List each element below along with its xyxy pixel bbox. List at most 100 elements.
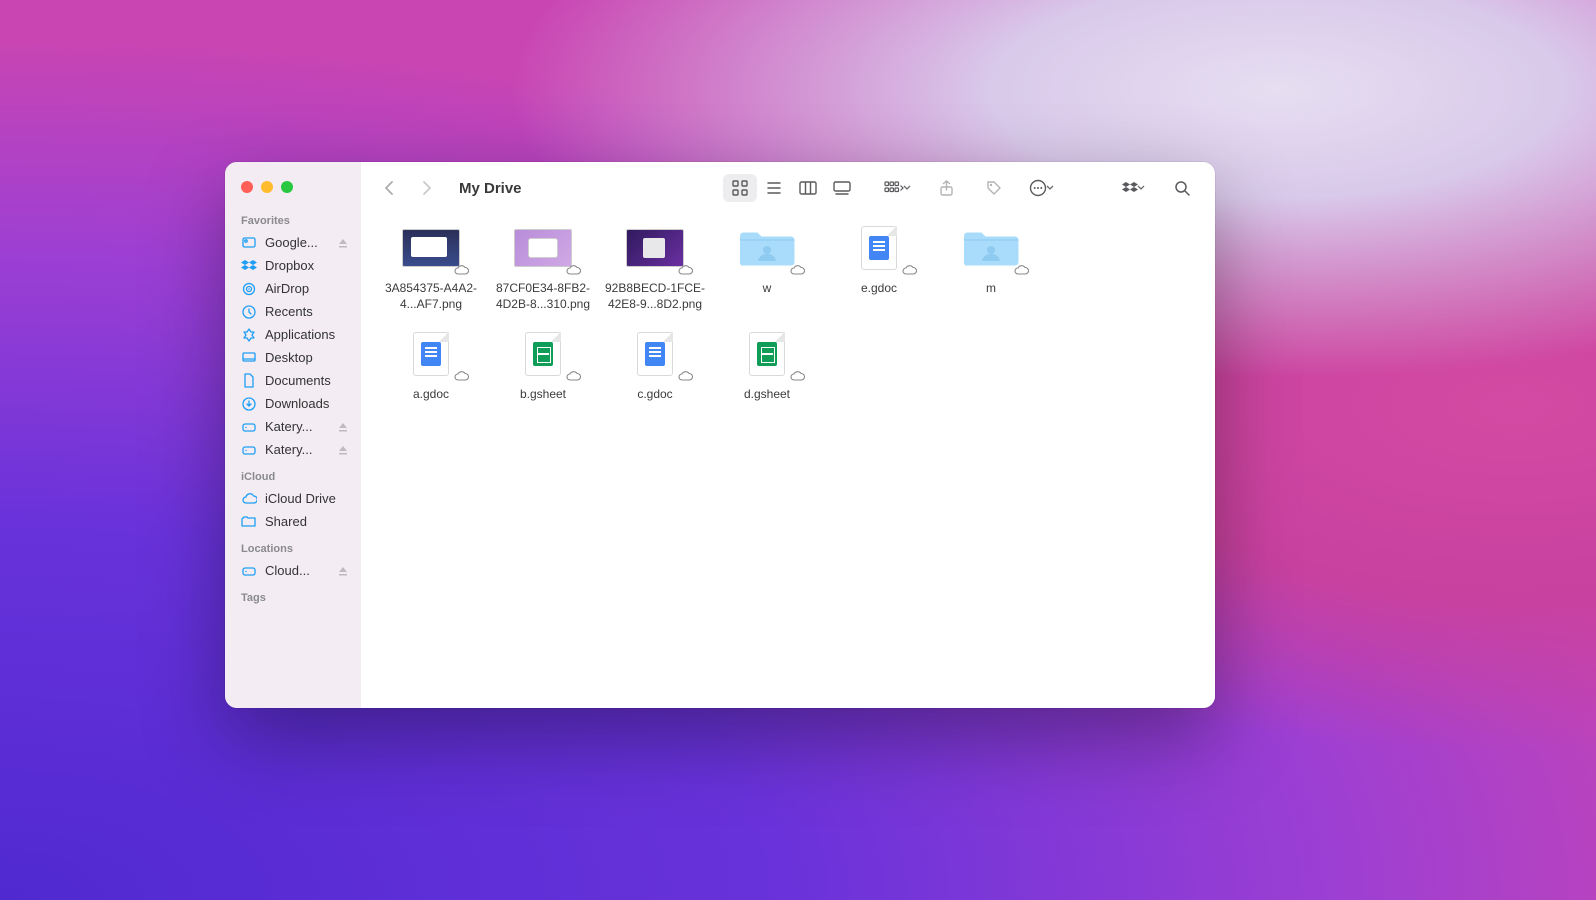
chevron-down-icon — [902, 185, 912, 191]
file-item[interactable]: w — [711, 224, 823, 312]
sidebar-item-label: Cloud... — [265, 563, 329, 578]
downloads-icon — [241, 396, 257, 412]
cloud-status-icon — [789, 264, 805, 276]
search-button[interactable] — [1165, 174, 1199, 202]
file-name-label: e.gdoc — [823, 280, 935, 296]
icon-view-button[interactable] — [723, 174, 757, 202]
eject-icon[interactable] — [337, 237, 349, 249]
sidebar-item-recents[interactable]: Recents — [225, 300, 361, 323]
cloud-icon — [241, 491, 257, 507]
sidebar-item-documents[interactable]: Documents — [225, 369, 361, 392]
disk-icon — [241, 442, 257, 458]
list-view-button[interactable] — [757, 174, 791, 202]
gdoc-icon — [861, 226, 897, 270]
cloud-status-icon — [565, 370, 581, 382]
forward-button[interactable] — [415, 176, 439, 200]
sidebar-item-icloud-drive[interactable]: iCloud Drive — [225, 487, 361, 510]
finder-main: My Drive — [361, 162, 1215, 708]
file-thumbnail — [399, 330, 463, 378]
sidebar-item-downloads[interactable]: Downloads — [225, 392, 361, 415]
sidebar-item-label: Katery... — [265, 419, 329, 434]
file-item[interactable]: 87CF0E34-8FB2-4D2B-8...310.png — [487, 224, 599, 312]
close-button[interactable] — [241, 181, 253, 193]
view-mode-group — [723, 174, 859, 202]
eject-icon[interactable] — [337, 565, 349, 577]
action-menu-button[interactable] — [1025, 174, 1059, 202]
window-controls — [225, 174, 361, 205]
file-thumbnail — [511, 224, 575, 272]
desktop-wallpaper: Favorites Google... Dropbox AirDrop Recents… — [0, 0, 1596, 900]
file-thumbnail — [847, 224, 911, 272]
share-button[interactable] — [929, 174, 963, 202]
png-thumbnail — [626, 229, 684, 267]
file-item[interactable]: 92B8BECD-1FCE-42E8-9...8D2.png — [599, 224, 711, 312]
group-by-button[interactable] — [881, 174, 915, 202]
sidebar-item-katery-[interactable]: Katery... — [225, 438, 361, 461]
column-view-button[interactable] — [791, 174, 825, 202]
tags-button[interactable] — [977, 174, 1011, 202]
file-thumbnail — [399, 224, 463, 272]
dropbox-toolbar-button[interactable] — [1117, 174, 1151, 202]
sidebar-item-label: AirDrop — [265, 281, 349, 296]
document-icon — [241, 373, 257, 389]
shared-icon — [241, 514, 257, 530]
png-thumbnail — [402, 229, 460, 267]
sidebar-item-dropbox[interactable]: Dropbox — [225, 254, 361, 277]
sidebar-item-applications[interactable]: Applications — [225, 323, 361, 346]
file-item[interactable]: m — [935, 224, 1047, 312]
file-name-label: w — [711, 280, 823, 296]
cloud-status-icon — [901, 264, 917, 276]
window-title: My Drive — [459, 180, 522, 197]
sidebar-item-label: Downloads — [265, 396, 349, 411]
file-name-label: 3A854375-A4A2-4...AF7.png — [375, 280, 487, 312]
sidebar-section-tags: Tags — [225, 582, 361, 608]
finder-toolbar: My Drive — [361, 162, 1215, 214]
chevron-down-icon — [1136, 185, 1146, 191]
file-name-label: a.gdoc — [375, 386, 487, 402]
file-name-label: b.gsheet — [487, 386, 599, 402]
zoom-button[interactable] — [281, 181, 293, 193]
back-button[interactable] — [377, 176, 401, 200]
file-grid-area[interactable]: 3A854375-A4A2-4...AF7.png87CF0E34-8FB2-4… — [361, 214, 1215, 708]
file-thumbnail — [735, 224, 799, 272]
file-item[interactable]: b.gsheet — [487, 330, 599, 402]
cloud-status-icon — [677, 370, 693, 382]
file-name-label: 92B8BECD-1FCE-42E8-9...8D2.png — [599, 280, 711, 312]
file-item[interactable]: 3A854375-A4A2-4...AF7.png — [375, 224, 487, 312]
file-item[interactable]: d.gsheet — [711, 330, 823, 402]
sidebar-item-airdrop[interactable]: AirDrop — [225, 277, 361, 300]
minimize-button[interactable] — [261, 181, 273, 193]
cloud-status-icon — [565, 264, 581, 276]
sidebar-item-katery-[interactable]: Katery... — [225, 415, 361, 438]
gallery-view-button[interactable] — [825, 174, 859, 202]
sidebar-item-label: Recents — [265, 304, 349, 319]
sidebar-item-label: iCloud Drive — [265, 491, 349, 506]
cloud-status-icon — [789, 370, 805, 382]
sidebar-item-label: Desktop — [265, 350, 349, 365]
file-thumbnail — [511, 330, 575, 378]
sidebar-section-locations: Locations — [225, 533, 361, 559]
sidebar-item-shared[interactable]: Shared — [225, 510, 361, 533]
file-thumbnail — [623, 330, 687, 378]
eject-icon[interactable] — [337, 444, 349, 456]
sidebar-item-label: Dropbox — [265, 258, 349, 273]
recent-icon — [241, 304, 257, 320]
file-name-label: m — [935, 280, 1047, 296]
file-item[interactable]: c.gdoc — [599, 330, 711, 402]
file-item[interactable]: e.gdoc — [823, 224, 935, 312]
sidebar-item-desktop[interactable]: Desktop — [225, 346, 361, 369]
desktop-icon — [241, 350, 257, 366]
sidebar-section-favorites: Favorites — [225, 205, 361, 231]
png-thumbnail — [514, 229, 572, 267]
sidebar-item-google-[interactable]: Google... — [225, 231, 361, 254]
disk-icon — [241, 563, 257, 579]
file-item[interactable]: a.gdoc — [375, 330, 487, 402]
cloud-status-icon — [453, 264, 469, 276]
sidebar-item-cloud-[interactable]: Cloud... — [225, 559, 361, 582]
cloud-status-icon — [453, 370, 469, 382]
sidebar-section-icloud: iCloud — [225, 461, 361, 487]
gsheet-icon — [525, 332, 561, 376]
file-thumbnail — [959, 224, 1023, 272]
file-name-label: 87CF0E34-8FB2-4D2B-8...310.png — [487, 280, 599, 312]
eject-icon[interactable] — [337, 421, 349, 433]
